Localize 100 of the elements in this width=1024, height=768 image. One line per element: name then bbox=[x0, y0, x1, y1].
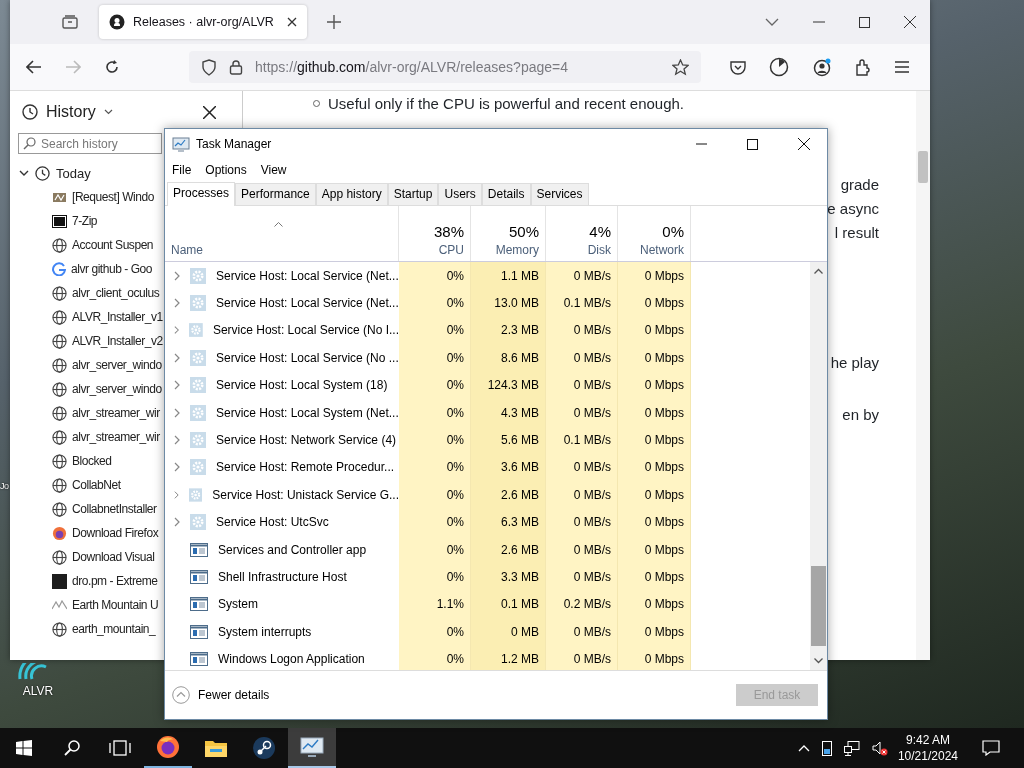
sidebar-title[interactable]: History bbox=[46, 103, 96, 121]
close-icon[interactable] bbox=[798, 138, 810, 150]
menu-icon[interactable] bbox=[895, 61, 909, 73]
menu-item[interactable]: File bbox=[172, 163, 192, 177]
folder-icon[interactable] bbox=[204, 738, 228, 758]
account-icon[interactable] bbox=[812, 57, 832, 77]
desktop-icon-label[interactable]: ALVR bbox=[22, 684, 54, 698]
menu-item[interactable]: View bbox=[260, 163, 287, 177]
reload-icon[interactable] bbox=[104, 59, 120, 75]
scroll-up-icon[interactable] bbox=[814, 268, 823, 274]
task-view-icon[interactable] bbox=[109, 740, 131, 756]
pocket-icon[interactable] bbox=[730, 59, 746, 75]
process-name[interactable]: Shell Infrastructure Host bbox=[218, 570, 347, 584]
fewer-details-button[interactable]: Fewer details bbox=[172, 686, 270, 704]
history-entry[interactable]: alvr github - Goo bbox=[71, 262, 153, 276]
browser-tab[interactable]: Releases · alvr-org/ALVR bbox=[99, 5, 307, 39]
new-tab-icon[interactable] bbox=[327, 15, 341, 29]
menu-item[interactable]: Options bbox=[205, 163, 247, 177]
steam-icon[interactable] bbox=[252, 736, 276, 760]
desktop-icon-label[interactable]: Jo bbox=[0, 481, 9, 491]
history-entry[interactable]: Download Firefox bbox=[72, 526, 159, 540]
firefox-icon[interactable] bbox=[156, 735, 180, 759]
scrollbar-thumb[interactable] bbox=[811, 566, 826, 646]
start-icon[interactable] bbox=[16, 740, 32, 756]
chevron-right-icon[interactable] bbox=[174, 325, 180, 336]
history-entry[interactable]: Earth Mountain U bbox=[72, 598, 159, 612]
chevron-right-icon[interactable] bbox=[174, 270, 180, 281]
process-name[interactable]: System bbox=[218, 597, 258, 612]
tab[interactable]: Services bbox=[530, 183, 589, 205]
history-group-label[interactable]: Today bbox=[56, 165, 91, 181]
volume-muted-icon[interactable] bbox=[871, 740, 888, 756]
tab[interactable]: Details bbox=[481, 183, 531, 205]
scrollbar-thumb[interactable] bbox=[918, 151, 928, 183]
network-icon[interactable] bbox=[843, 740, 860, 756]
chevron-down-icon[interactable] bbox=[103, 109, 113, 115]
history-entry[interactable]: alvr_streamer_wir bbox=[72, 406, 160, 420]
chevron-right-icon[interactable] bbox=[174, 462, 180, 473]
chevron-right-icon[interactable] bbox=[174, 435, 180, 446]
close-icon[interactable] bbox=[203, 105, 216, 119]
maximize-icon[interactable] bbox=[859, 16, 870, 28]
chevron-right-icon[interactable] bbox=[174, 352, 180, 363]
history-entry[interactable]: alvr_server_windo bbox=[72, 358, 162, 372]
history-entry[interactable]: CollabNet bbox=[72, 478, 121, 492]
process-name[interactable]: Service Host: Local System (Net... bbox=[216, 405, 399, 420]
column-header[interactable]: Network bbox=[640, 243, 684, 257]
sort-caret-icon[interactable] bbox=[274, 222, 283, 227]
chevron-right-icon[interactable] bbox=[174, 489, 179, 500]
history-entry[interactable]: Blocked bbox=[72, 454, 112, 468]
process-name[interactable]: Service Host: Local Service (Net... bbox=[216, 296, 399, 311]
process-name[interactable]: Service Host: UtcSvc bbox=[216, 515, 329, 530]
chevron-right-icon[interactable] bbox=[174, 380, 180, 391]
tab[interactable]: Processes bbox=[167, 182, 236, 206]
clock[interactable]: 9:42 AM 10/21/2024 bbox=[897, 732, 958, 764]
shield-icon[interactable] bbox=[201, 58, 217, 76]
process-name[interactable]: Service Host: Unistack Service G... bbox=[212, 487, 399, 502]
process-name[interactable]: Service Host: Local System (18) bbox=[216, 378, 388, 393]
history-entry[interactable]: CollabnetInstaller bbox=[72, 502, 157, 516]
chevron-right-icon[interactable] bbox=[174, 407, 180, 418]
history-entry[interactable]: 7-Zip bbox=[72, 214, 98, 228]
close-icon[interactable] bbox=[904, 16, 916, 28]
timer-icon[interactable] bbox=[769, 57, 789, 77]
lock-icon[interactable] bbox=[229, 59, 243, 75]
chevron-down-icon[interactable] bbox=[765, 18, 779, 26]
chevron-up-icon[interactable] bbox=[797, 744, 810, 752]
process-name[interactable]: Service Host: Local Service (Net... bbox=[216, 268, 399, 283]
bookmark-star-icon[interactable] bbox=[672, 58, 689, 76]
column-header[interactable]: Memory bbox=[495, 243, 539, 257]
maximize-icon[interactable] bbox=[747, 138, 758, 150]
history-entry[interactable]: alvr_streamer_wir bbox=[72, 430, 160, 444]
extensions-icon[interactable] bbox=[855, 58, 872, 76]
scroll-down-icon[interactable] bbox=[814, 658, 823, 664]
tab[interactable]: Users bbox=[438, 183, 482, 205]
back-icon[interactable] bbox=[26, 60, 42, 74]
tab-tray-icon[interactable] bbox=[61, 14, 79, 30]
tab[interactable]: Startup bbox=[387, 183, 439, 205]
history-entry[interactable]: alvr_client_oculus bbox=[72, 286, 160, 300]
process-name[interactable]: Service Host: Local Service (No I... bbox=[212, 323, 399, 338]
column-header[interactable]: Name bbox=[171, 243, 392, 257]
search-field[interactable]: Search history bbox=[18, 133, 162, 154]
tablet-icon[interactable] bbox=[821, 740, 832, 756]
history-entry[interactable]: dro.pm - Extreme bbox=[72, 574, 158, 588]
tab[interactable]: Performance bbox=[235, 183, 316, 205]
history-entry[interactable]: earth_mountain_ bbox=[72, 622, 156, 636]
history-entry[interactable]: [Request] Windo bbox=[72, 190, 154, 204]
history-entry[interactable]: ALVR_Installer_v1 bbox=[72, 310, 163, 324]
process-name[interactable]: Services and Controller app bbox=[218, 542, 367, 557]
chevron-right-icon[interactable] bbox=[174, 298, 180, 309]
process-name[interactable]: System interrupts bbox=[218, 624, 312, 639]
process-name[interactable]: Windows Logon Application bbox=[218, 652, 365, 667]
history-entry[interactable]: ALVR_Installer_v2 bbox=[72, 334, 163, 348]
close-icon[interactable] bbox=[287, 17, 297, 27]
history-entry[interactable]: Account Suspen bbox=[72, 238, 154, 252]
column-header[interactable]: CPU bbox=[438, 243, 464, 257]
notification-icon[interactable] bbox=[982, 740, 1000, 756]
history-entry[interactable]: alvr_server_windo bbox=[72, 382, 162, 396]
search-icon[interactable] bbox=[64, 740, 80, 756]
address-bar[interactable]: https://github.com/alvr-org/ALVR/releases?page=4 bbox=[189, 51, 701, 83]
history-entry[interactable]: Download Visual bbox=[72, 550, 155, 564]
process-name[interactable]: Service Host: Remote Procedur... bbox=[216, 460, 395, 475]
process-name[interactable]: Service Host: Network Service (4) bbox=[216, 433, 397, 448]
